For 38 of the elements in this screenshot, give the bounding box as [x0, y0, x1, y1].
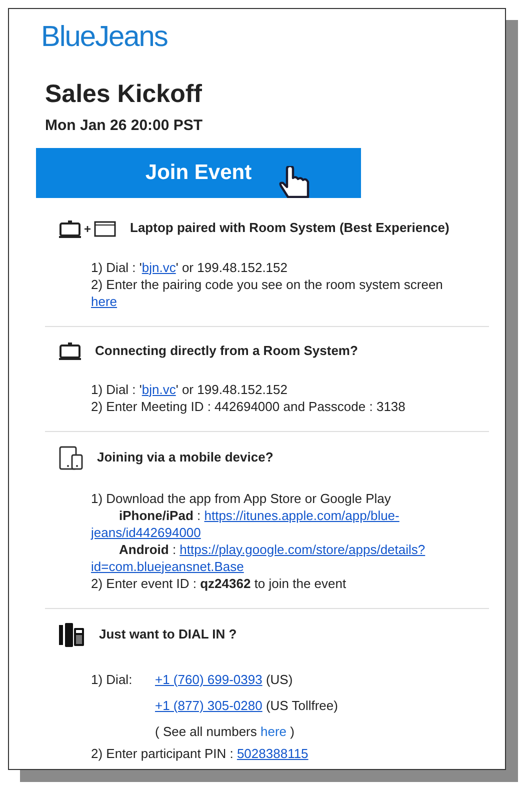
monitor-icon [59, 220, 81, 238]
instruction-text: 1) Dial : 'bjn.vc' or 199.48.152.152 [91, 258, 288, 276]
link[interactable]: https://itunes.apple.com/app/blue- [204, 508, 400, 523]
instruction-text: +1 (877) 305-0280 (US Tollfree) [155, 696, 339, 715]
window-icon [94, 220, 116, 237]
section-heading: Connecting directly from a Room System? [95, 342, 358, 358]
instruction-text: ( See all numbers here ) [155, 722, 296, 741]
link[interactable]: +1 (760) 699-0393 [155, 672, 262, 687]
desk-phone-icon [59, 622, 85, 647]
instruction-text: 2) Enter the pairing code you see on the room system screen [91, 276, 444, 293]
event-title: Sales Kickoff [45, 80, 204, 109]
link[interactable]: https://play.google.com/store/apps/details? [180, 542, 426, 557]
link[interactable]: here [260, 724, 287, 739]
instruction-text: 2) Enter participant PIN : 5028388115 [91, 744, 310, 762]
instruction-text: 1) Dial : 'bjn.vc' or 199.48.152.152 [91, 380, 288, 398]
instruction-text: +1 (760) 699-0393 (US) [155, 670, 294, 689]
instruction-text: iPhone/iPad : https://itunes.apple.com/app/blue- [118, 506, 400, 524]
link[interactable]: 5028388115 [236, 746, 308, 761]
section-heading: Laptop paired with Room System (Best Experience) [130, 220, 450, 235]
monitor-icon [59, 342, 81, 360]
instruction-text: Android : https://play.google.com/store/apps/details? [118, 540, 426, 558]
plus-sign: + [84, 220, 92, 238]
dial-label: 1) Dial: [91, 670, 134, 689]
instruction-text: 2) Enter Meeting ID : 442694000 and Passcode : 3138 [91, 398, 406, 415]
link[interactable]: here [91, 294, 118, 309]
event-datetime: Mon Jan 26 20:00 PST [45, 117, 204, 134]
section-heading: Just want to DIAL IN ? [99, 626, 237, 641]
instruction-text: 2) Enter event ID : qz24362 to join the event [91, 574, 348, 592]
devices-icon [59, 446, 83, 470]
link[interactable]: bjn.vc [142, 382, 176, 397]
logo: BlueJeans [41, 21, 168, 54]
join-button[interactable]: Join Event [36, 148, 361, 198]
link[interactable]: bjn.vc [142, 260, 176, 275]
instruction-text: 1) Download the app from App Store or Google Play [91, 490, 392, 507]
link[interactable]: id=com.bluejeansnet.Base [91, 558, 244, 574]
section-heading: Joining via a mobile device? [97, 449, 274, 464]
link[interactable]: jeans/id442694000 [91, 524, 201, 540]
link[interactable]: +1 (877) 305-0280 [155, 698, 262, 713]
